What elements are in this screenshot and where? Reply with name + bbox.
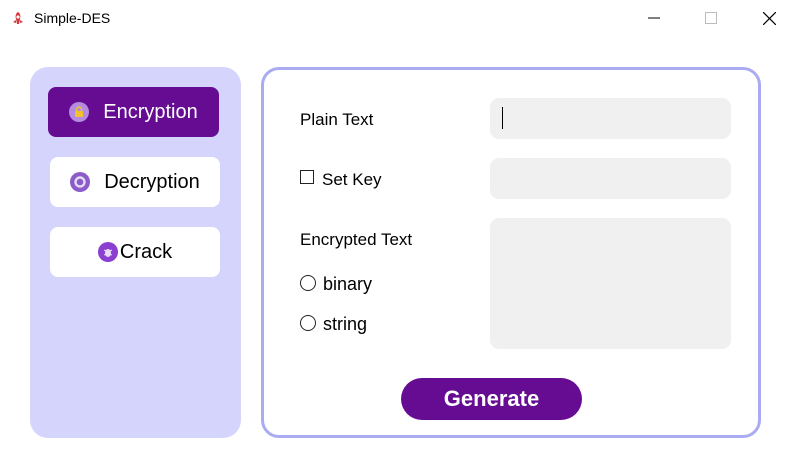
encrypted-text-output[interactable]: [490, 218, 731, 349]
set-key-checkbox[interactable]: [300, 170, 314, 184]
close-icon: [762, 11, 776, 25]
string-radio[interactable]: [300, 315, 316, 331]
binary-radio-label: binary: [323, 274, 373, 294]
text-caret: [502, 107, 503, 129]
sidebar-item-label: Crack: [119, 240, 173, 263]
unlock-icon: [70, 172, 91, 192]
minimize-button[interactable]: [631, 0, 677, 36]
sidebar: Encryption Decryption Crack: [30, 67, 241, 438]
close-button[interactable]: [746, 0, 792, 36]
string-radio-label: string: [323, 314, 368, 334]
sidebar-item-decryption[interactable]: Decryption: [50, 157, 220, 207]
minimize-icon: [648, 17, 660, 19]
plain-text-label: Plain Text: [300, 110, 374, 129]
window-title: Simple-DES: [34, 10, 111, 26]
sidebar-item-encryption[interactable]: Encryption: [48, 87, 219, 137]
plain-text-input[interactable]: [490, 98, 731, 139]
binary-radio[interactable]: [300, 275, 316, 291]
maximize-icon: [705, 12, 717, 24]
generate-button[interactable]: Generate: [401, 378, 582, 420]
key-input[interactable]: [490, 158, 731, 199]
bug-icon: [97, 242, 118, 262]
encryption-panel: Plain Text Set Key Encrypted Text binary…: [261, 67, 761, 438]
sidebar-item-label: Decryption: [104, 170, 200, 193]
sidebar-item-crack[interactable]: Crack: [50, 227, 220, 277]
set-key-label: Set Key: [322, 170, 382, 189]
app-logo-icon: [13, 12, 23, 24]
sidebar-item-label: Encryption: [103, 100, 198, 123]
title-bar: Simple-DES: [0, 0, 799, 36]
maximize-button[interactable]: [688, 0, 734, 36]
encrypted-text-label: Encrypted Text: [300, 230, 413, 249]
lock-icon: [69, 102, 90, 122]
